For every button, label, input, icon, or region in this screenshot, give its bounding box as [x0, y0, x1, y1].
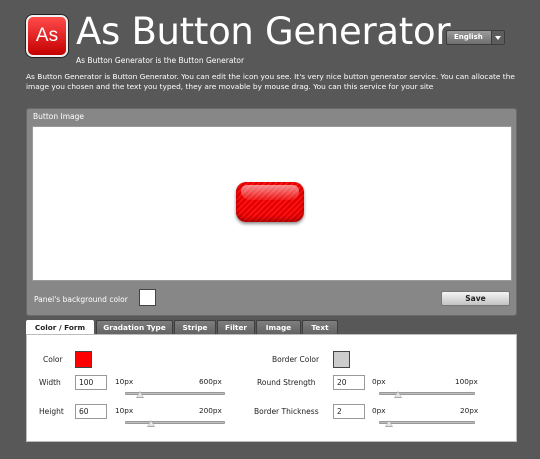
chevron-down-icon[interactable]: [491, 31, 504, 44]
tab-text[interactable]: Text: [302, 320, 338, 334]
border-thickness-label: Border Thickness: [254, 407, 319, 416]
round-strength-label: Round Strength: [257, 378, 316, 387]
width-slider-thumb[interactable]: [136, 391, 144, 398]
tab-stripe[interactable]: Stripe: [174, 320, 216, 334]
color-swatch[interactable]: [75, 351, 92, 368]
border-color-label: Border Color: [272, 355, 320, 364]
width-label: Width: [39, 378, 61, 387]
tab-filter[interactable]: Filter: [217, 320, 255, 334]
bg-color-swatch[interactable]: [139, 289, 156, 306]
panel-title: Button Image: [33, 112, 84, 121]
page-title: As Button Generator: [76, 10, 451, 53]
language-select[interactable]: English: [446, 30, 505, 45]
border-thickness-slider-track[interactable]: [379, 421, 475, 424]
border-thickness-max: 20px: [460, 406, 479, 415]
button-preview[interactable]: [236, 182, 304, 222]
height-label: Height: [39, 407, 64, 416]
round-strength-slider-thumb[interactable]: [394, 391, 403, 398]
description: As Button Generator is Button Generator.…: [26, 72, 515, 91]
tab-image[interactable]: Image: [256, 320, 301, 334]
save-button[interactable]: Save: [441, 291, 510, 306]
height-input[interactable]: 60: [75, 404, 107, 419]
height-min: 10px: [115, 406, 134, 415]
button-image-panel: Button Image Panel's background color Sa…: [26, 108, 517, 316]
border-thickness-min: 0px: [372, 406, 386, 415]
language-label: English: [454, 33, 483, 41]
bg-color-label: Panel's background color: [34, 295, 128, 304]
border-thickness-input[interactable]: 2: [333, 404, 365, 419]
width-min: 10px: [115, 377, 134, 386]
color-label: Color: [43, 355, 63, 364]
width-max: 600px: [199, 377, 222, 386]
height-max: 200px: [199, 406, 222, 415]
round-strength-max: 100px: [455, 377, 478, 386]
color-form-panel: Color Border Color Width 100 10px 600px …: [26, 334, 517, 442]
height-slider-track[interactable]: [125, 421, 225, 424]
border-color-swatch[interactable]: [333, 351, 350, 368]
round-strength-input[interactable]: 20: [333, 375, 365, 390]
page-subtitle: As Button Generator is the Button Genera…: [76, 56, 245, 65]
app-logo: As: [26, 15, 68, 57]
border-thickness-slider-thumb[interactable]: [384, 420, 393, 427]
width-input[interactable]: 100: [75, 375, 107, 390]
button-canvas[interactable]: [32, 126, 512, 281]
tab-gradation-type[interactable]: Gradation Type: [96, 320, 173, 334]
height-slider-thumb[interactable]: [147, 420, 155, 427]
round-strength-min: 0px: [372, 377, 386, 386]
tab-color-form[interactable]: Color / Form: [26, 320, 94, 335]
